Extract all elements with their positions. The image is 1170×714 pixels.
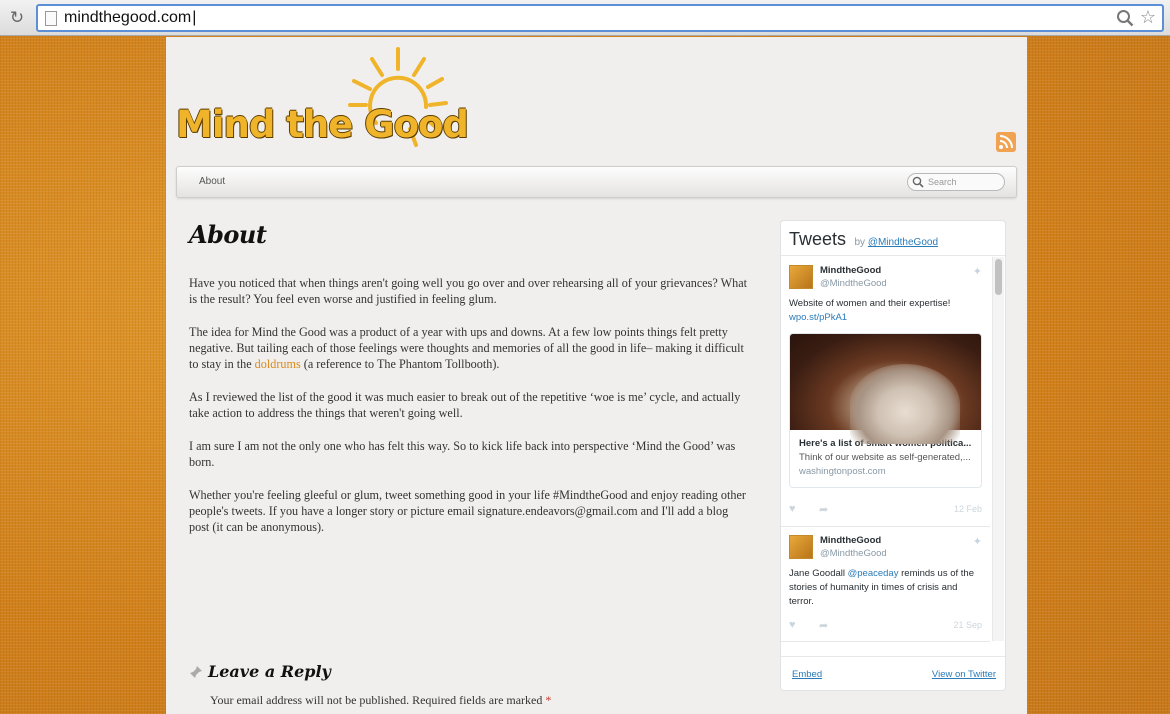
reply-note-text: Your email address will not be published… <box>210 693 546 707</box>
search-box[interactable] <box>907 173 1005 191</box>
paragraph: Whether you're feeling gleeful or glum, … <box>189 488 746 534</box>
browser-toolbar: ↻ mindthegood.com ☆ <box>0 0 1170 36</box>
share-icon[interactable]: ➦ <box>819 503 828 516</box>
card-description: Think of our website as self-generated,.… <box>799 452 971 463</box>
page-icon <box>45 11 57 26</box>
card-image <box>790 334 981 444</box>
like-icon[interactable]: ♥ <box>789 619 796 631</box>
twitter-widget: Tweets by @MindtheGood MindtheGood @Mind… <box>780 220 1006 691</box>
reply-title: Leave a Reply <box>208 662 331 681</box>
mention-link[interactable]: @peaceday <box>848 568 899 579</box>
scrollbar-thumb[interactable] <box>995 259 1002 295</box>
bookmark-star-icon[interactable]: ☆ <box>1140 7 1156 28</box>
tweet-text: Jane Goodall @peaceday reminds us of the… <box>789 567 979 609</box>
rss-icon[interactable] <box>996 132 1016 152</box>
page-title: About <box>189 220 267 249</box>
page-container: Mind the Good About About Have you notic… <box>166 37 1027 714</box>
widget-header: Tweets by @MindtheGood <box>781 221 1005 256</box>
required-mark: * <box>545 693 552 707</box>
widget-scrollbar[interactable] <box>992 257 1004 641</box>
paragraph: As I reviewed the list of the good it wa… <box>189 390 741 420</box>
widget-footer: Embed View on Twitter <box>781 656 1005 690</box>
reply-heading: Leave a Reply <box>189 662 749 681</box>
tweet-body: Jane Goodall <box>789 568 848 579</box>
paragraph: I am sure I am not the only one who has … <box>189 439 736 469</box>
logo-text: Mind the Good <box>176 103 469 146</box>
paragraph: Have you noticed that when things aren't… <box>189 276 748 306</box>
reply-section: Leave a Reply Your email address will no… <box>189 662 749 708</box>
search-input[interactable] <box>928 174 998 190</box>
like-icon[interactable]: ♥ <box>789 503 796 515</box>
share-icon[interactable]: ➦ <box>819 619 828 632</box>
twitter-bird-icon[interactable]: ✦ <box>973 265 982 278</box>
tweet-date[interactable]: 21 Sep <box>953 620 982 630</box>
address-bar[interactable]: mindthegood.com ☆ <box>36 4 1164 32</box>
nav-item-about[interactable]: About <box>199 176 225 187</box>
tweet-body: Website of women and their expertise! <box>789 298 951 309</box>
tweet-author-name[interactable]: MindtheGood <box>820 535 881 546</box>
tweet-author-handle[interactable]: @MindtheGood <box>820 278 887 289</box>
pin-icon <box>190 666 202 678</box>
url-text[interactable]: mindthegood.com <box>64 9 196 27</box>
tweet[interactable]: MindtheGood @MindtheGood ✦ Website of wo… <box>781 257 990 527</box>
main-nav: About <box>176 166 1017 198</box>
paragraph-text: (a reference to The Phantom Tollbooth). <box>300 357 500 371</box>
avatar[interactable] <box>789 265 813 289</box>
card-domain: washingtonpost.com <box>799 466 886 477</box>
embed-link[interactable]: Embed <box>792 669 822 680</box>
tweet-text: Website of women and their expertise! wp… <box>789 297 979 325</box>
twitter-bird-icon[interactable]: ✦ <box>973 535 982 548</box>
doldrums-link[interactable]: doldrums <box>255 357 301 371</box>
main-content: About Have you noticed that when things … <box>189 220 751 552</box>
avatar[interactable] <box>789 535 813 559</box>
site-logo[interactable]: Mind the Good <box>176 45 476 155</box>
tweet-date[interactable]: 12 Feb <box>954 504 982 514</box>
widget-handle-link[interactable]: @MindtheGood <box>868 237 938 248</box>
zoom-icon[interactable] <box>1116 9 1134 27</box>
view-on-twitter-link[interactable]: View on Twitter <box>932 669 996 680</box>
link-card[interactable]: Here's a list of smart women politica...… <box>789 333 982 488</box>
reload-icon[interactable]: ↻ <box>8 9 26 27</box>
widget-by: by @MindtheGood <box>854 237 938 248</box>
search-icon <box>912 176 924 188</box>
tweet-link[interactable]: wpo.st/pPkA1 <box>789 312 847 323</box>
by-label: by <box>854 237 866 248</box>
paragraph: The idea for Mind the Good was a product… <box>189 324 751 372</box>
tweet-author-name[interactable]: MindtheGood <box>820 265 881 276</box>
tweet-author-handle[interactable]: @MindtheGood <box>820 548 887 559</box>
tweet[interactable]: MindtheGood @MindtheGood ✦ Jane Goodall … <box>781 527 990 642</box>
widget-title: Tweets <box>789 229 847 249</box>
reply-note: Your email address will not be published… <box>189 693 749 708</box>
